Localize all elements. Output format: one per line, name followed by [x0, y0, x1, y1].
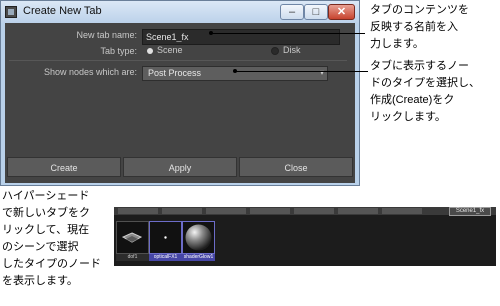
swatch-shaderglow1[interactable]	[182, 221, 215, 254]
apply-button[interactable]: Apply	[123, 157, 237, 177]
tab-scene1-fx[interactable]: Scene1_fx	[449, 207, 491, 216]
node-type-annotation: タブに表示するノー ドのタイプを選択し、 作成(Create)をク リックします…	[370, 60, 480, 123]
swatch-opticalfx1[interactable]	[149, 221, 182, 254]
shader-glow-sphere-icon	[185, 224, 212, 251]
close-button[interactable]: Close	[239, 157, 353, 177]
show-nodes-label: Show nodes which are:	[43, 67, 137, 77]
hypershade-annotation: ハイパーシェード で新しいタブをク リックして、現在 のシーンで選択 したタイプ…	[2, 190, 101, 287]
callout-line	[235, 71, 368, 72]
tab-name-input[interactable]	[142, 29, 340, 45]
swatch-label-opticalfx1: opticalFX1	[149, 254, 182, 261]
create-button[interactable]: Create	[7, 157, 121, 177]
tab-type-disk-label: Disk	[283, 45, 301, 55]
hypershade-tab[interactable]	[118, 208, 158, 214]
tab-type-label: Tab type:	[100, 46, 137, 56]
hypershade-tab-bar: Scene1_fx	[114, 207, 496, 216]
hypershade-tab[interactable]	[206, 208, 246, 214]
dropdown-arrow-icon: ▾	[319, 68, 324, 77]
swatch-label-shaderglow1: shaderGlow1	[182, 254, 215, 261]
optical-fx-icon	[164, 236, 167, 239]
minimize-button[interactable]: –	[280, 4, 304, 20]
title-bar[interactable]: Create New Tab – □ ✕	[1, 1, 359, 23]
hypershade-tab[interactable]	[294, 208, 334, 214]
hypershade-panel: Scene1_fx dof1 opticalFX1 shaderGlow1	[114, 207, 496, 266]
tab-type-scene-radio[interactable]	[147, 48, 153, 54]
hypershade-tab[interactable]	[382, 208, 422, 214]
callout-line	[211, 33, 365, 34]
dof-node-icon	[121, 232, 143, 243]
divider	[9, 60, 347, 61]
tab-type-disk-radio[interactable]	[271, 47, 279, 55]
tab-name-label: New tab name:	[76, 30, 137, 40]
swatch-label-dof1: dof1	[116, 254, 149, 261]
app-icon	[5, 6, 17, 18]
window-close-button[interactable]: ✕	[328, 4, 355, 20]
swatch-dof1[interactable]	[116, 221, 149, 254]
hypershade-tab[interactable]	[338, 208, 378, 214]
dialog-title: Create New Tab	[23, 5, 102, 17]
create-new-tab-dialog: Create New Tab – □ ✕ New tab name: Tab t…	[0, 0, 360, 186]
maximize-button[interactable]: □	[304, 4, 328, 20]
tab-name-annotation: タブのコンテンツを 反映する名前を入 力します。	[370, 4, 469, 50]
dialog-body: New tab name: Tab type: Scene Disk Show …	[5, 23, 355, 183]
hypershade-tab[interactable]	[162, 208, 202, 214]
tab-type-scene-label: Scene	[157, 45, 183, 55]
hypershade-tab[interactable]	[250, 208, 290, 214]
show-nodes-value: Post Process	[148, 68, 202, 78]
